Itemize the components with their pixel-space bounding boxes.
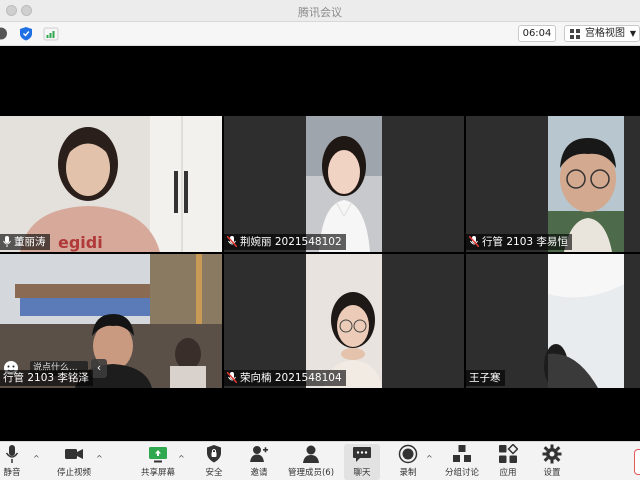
breakout-rooms-button[interactable]: 分组讨论 (444, 444, 480, 480)
chat-button[interactable]: 聊天 (344, 444, 380, 480)
participant-name: 行管 2103 李铭泽 (3, 372, 89, 384)
mute-button[interactable]: 静音 (0, 444, 24, 480)
participant-name: 王子寒 (469, 372, 501, 384)
collapse-arrow-button[interactable]: ‹ (91, 359, 107, 378)
record-button[interactable]: 录制 (394, 444, 422, 480)
video-tile[interactable]: 行管 2103 李易恒 (466, 116, 640, 252)
participant-name-label: 董丽涛 (0, 234, 50, 250)
share-screen-label: 共享屏幕 (140, 468, 175, 478)
manage-members-label: 管理成员(6) (287, 468, 335, 478)
security-shield-icon (207, 445, 221, 463)
members-icon (303, 445, 319, 463)
grid-icon (570, 29, 580, 39)
microphone-muted-icon (227, 236, 237, 247)
title-bar: 腾讯会议 (0, 0, 640, 22)
video-tile[interactable]: 王子寒 (466, 254, 640, 388)
participant-name-label: 行管 2103 李易恒 (466, 234, 572, 250)
microphone-muted-icon (469, 236, 479, 247)
participant-name-label: 荆婉丽 2021548102 (224, 234, 346, 250)
video-tile[interactable]: egidi 董丽涛 (0, 116, 222, 252)
chevron-up-icon[interactable]: ^ (426, 454, 433, 463)
add-user-icon (250, 446, 268, 462)
chevron-up-icon[interactable]: ^ (96, 454, 103, 463)
svg-text:egidi: egidi (58, 233, 103, 252)
video-tile[interactable]: 说点什么... ‹ 行管 2103 李铭泽 (0, 254, 222, 388)
participant-video (224, 254, 464, 388)
chevron-down-icon: ▼ (629, 29, 636, 38)
apps-grid-icon (499, 444, 518, 463)
stop-video-label: 停止视频 (56, 468, 91, 478)
record-label: 录制 (399, 468, 417, 478)
gallery-view-label: 宫格视图 (585, 28, 625, 39)
participant-name: 董丽涛 (14, 236, 46, 248)
meeting-toolbar: 静音 ^ 停止视频 ^ 共享屏幕 ^ 安全 邀请 管理成员(6) 聊天 录制 ^… (0, 441, 640, 480)
security-label: 安全 (205, 468, 223, 478)
network-signal-icon[interactable] (43, 26, 59, 41)
manage-members-button[interactable]: 管理成员(6) (286, 444, 336, 480)
participant-name: 荣向楠 2021548104 (240, 372, 342, 384)
chevron-up-icon[interactable]: ^ (178, 454, 185, 463)
microphone-icon (3, 236, 11, 247)
participant-name: 行管 2103 李易恒 (482, 236, 568, 248)
share-screen-icon (149, 447, 167, 463)
video-tile[interactable]: 荣向楠 2021548104 (224, 254, 464, 388)
gallery-view-button[interactable]: 宫格视图 ▼ (564, 25, 640, 42)
share-screen-button[interactable]: 共享屏幕 (138, 444, 178, 480)
video-grid: egidi 董丽涛 荆婉丽 2021548102 行管 2103 李易恒 说点什… (0, 46, 640, 441)
chat-label: 聊天 (353, 468, 371, 478)
chevron-up-icon[interactable]: ^ (33, 454, 40, 463)
microphone-muted-icon (227, 372, 237, 383)
meeting-info-bar: 06:04 宫格视图 ▼ (0, 22, 640, 46)
mute-label: 静音 (3, 468, 21, 478)
meeting-timer: 06:04 (518, 25, 556, 42)
participant-video: egidi (0, 116, 222, 252)
microphone-icon (5, 445, 19, 463)
info-icon[interactable] (0, 26, 8, 41)
breakout-rooms-icon (453, 445, 471, 462)
apps-button[interactable]: 应用 (494, 444, 522, 480)
breakout-label: 分组讨论 (444, 468, 479, 478)
shield-icon[interactable] (19, 26, 33, 41)
settings-label: 设置 (543, 468, 561, 478)
record-icon (398, 444, 418, 464)
participant-video (466, 254, 640, 388)
security-button[interactable]: 安全 (200, 444, 228, 480)
participant-name: 荆婉丽 2021548102 (240, 236, 342, 248)
video-tile[interactable]: 荆婉丽 2021548102 (224, 116, 464, 252)
invite-label: 邀请 (250, 468, 268, 478)
participant-video (466, 116, 640, 252)
video-camera-icon (65, 449, 83, 459)
participant-name-label: 行管 2103 李铭泽 (0, 370, 93, 386)
participant-video (224, 116, 464, 252)
chat-bubble-icon (353, 447, 371, 462)
participant-name-label: 王子寒 (466, 370, 505, 386)
settings-button[interactable]: 设置 (538, 444, 566, 480)
apps-label: 应用 (499, 468, 517, 478)
window-title: 腾讯会议 (298, 6, 342, 19)
invite-button[interactable]: 邀请 (245, 444, 273, 480)
gear-icon (542, 444, 562, 464)
stop-video-button[interactable]: 停止视频 (52, 444, 96, 480)
leave-meeting-button[interactable] (634, 449, 640, 475)
participant-name-label: 荣向楠 2021548104 (224, 370, 346, 386)
